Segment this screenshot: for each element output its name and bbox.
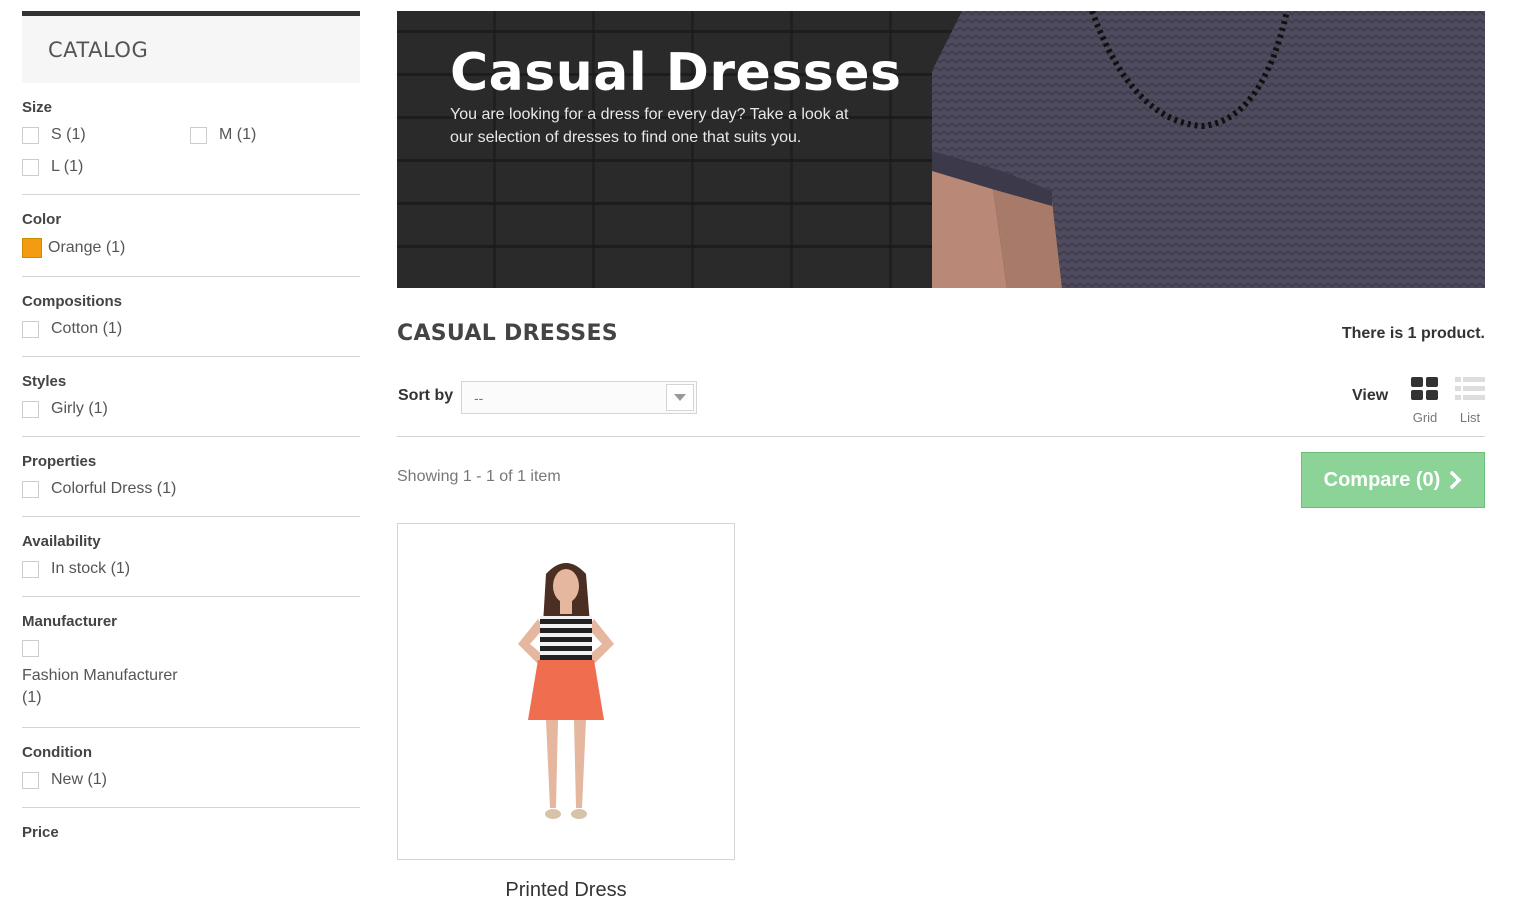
category-title: CASUAL DRESSES (397, 321, 618, 346)
product-name[interactable]: Printed Dress (397, 879, 735, 902)
filter-option-l[interactable]: L (1) (22, 158, 190, 176)
product-card[interactable] (397, 523, 735, 860)
filter-size: Size S (1) M (1) L (1) (22, 83, 360, 195)
filter-condition: Condition New (1) (22, 728, 360, 808)
filter-title: Compositions (22, 293, 122, 310)
filter-option-s[interactable]: S (1) (22, 126, 190, 144)
filter-styles: Styles Girly (1) (22, 357, 360, 437)
filter-color: Color Orange (1) (22, 195, 360, 277)
showing-count: Showing 1 - 1 of 1 item (397, 468, 561, 485)
filter-price: Price (22, 808, 360, 869)
filter-option-m[interactable]: M (1) (190, 126, 358, 144)
checkbox[interactable] (22, 320, 39, 338)
catalog-header: CATALOG (22, 11, 360, 83)
toolbar-divider (397, 436, 1485, 437)
sidebar: CATALOG Size S (1) M (1) L (1) Color Ora… (22, 11, 360, 869)
checkbox[interactable] (22, 126, 39, 144)
checkbox[interactable] (22, 640, 39, 657)
grid-icon (1411, 377, 1438, 400)
filter-title: Manufacturer (22, 613, 118, 630)
filter-compositions: Compositions Cotton (1) (22, 277, 360, 357)
checkbox[interactable] (22, 158, 39, 176)
filter-availability: Availability In stock (1) (22, 517, 360, 597)
product-image[interactable] (398, 524, 734, 859)
grid-label: Grid (1412, 410, 1438, 425)
checkbox[interactable] (22, 560, 39, 578)
checkbox[interactable] (22, 400, 39, 418)
list-icon (1455, 377, 1485, 400)
sort-select[interactable]: -- (461, 381, 697, 414)
compare-label: Compare (0) (1323, 468, 1441, 491)
chevron-right-icon (1450, 471, 1462, 489)
filter-option-girly[interactable]: Girly (1) (22, 400, 360, 418)
filter-title: Price (22, 824, 59, 841)
filter-option-new[interactable]: New (1) (22, 771, 360, 789)
filter-option-colorful-dress[interactable]: Colorful Dress (1) (22, 480, 360, 498)
color-swatch-orange[interactable] (22, 238, 42, 258)
sort-label: Sort by (398, 387, 454, 404)
banner-model-image (932, 11, 1485, 288)
filter-title: Properties (22, 453, 97, 470)
filter-title: Condition (22, 744, 92, 761)
compare-button[interactable]: Compare (0) (1301, 452, 1485, 508)
filter-title: Color (22, 211, 62, 228)
filter-title: Availability (22, 533, 101, 550)
filter-title: Size (22, 99, 53, 116)
checkbox[interactable] (190, 126, 207, 144)
filter-option-cotton[interactable]: Cotton (1) (22, 320, 360, 338)
view-grid-button[interactable]: Grid (1410, 376, 1440, 425)
sort-selected-value: -- (474, 389, 484, 406)
category-banner: Casual Dresses You are looking for a dre… (397, 11, 1485, 288)
view-list-button[interactable]: List (1454, 376, 1486, 425)
filter-title: Styles (22, 373, 67, 390)
filter-properties: Properties Colorful Dress (1) (22, 437, 360, 517)
filter-manufacturer: Manufacturer Fashion Manufacturer (1) (22, 597, 360, 728)
banner-title: Casual Dresses (450, 43, 902, 103)
banner-description: You are looking for a dress for every da… (450, 106, 849, 146)
filter-option-fashion-manufacturer[interactable]: Fashion Manufacturer (1) (22, 640, 190, 709)
checkbox[interactable] (22, 771, 39, 789)
filter-option-orange[interactable]: Orange (1) (22, 238, 360, 258)
view-label: View (1352, 387, 1389, 404)
filter-option-in-stock[interactable]: In stock (1) (22, 560, 360, 578)
catalog-title: CATALOG (48, 37, 149, 62)
product-count: There is 1 product. (1341, 325, 1485, 342)
chevron-down-icon[interactable] (666, 384, 694, 411)
list-label: List (1459, 410, 1481, 425)
checkbox[interactable] (22, 480, 39, 498)
